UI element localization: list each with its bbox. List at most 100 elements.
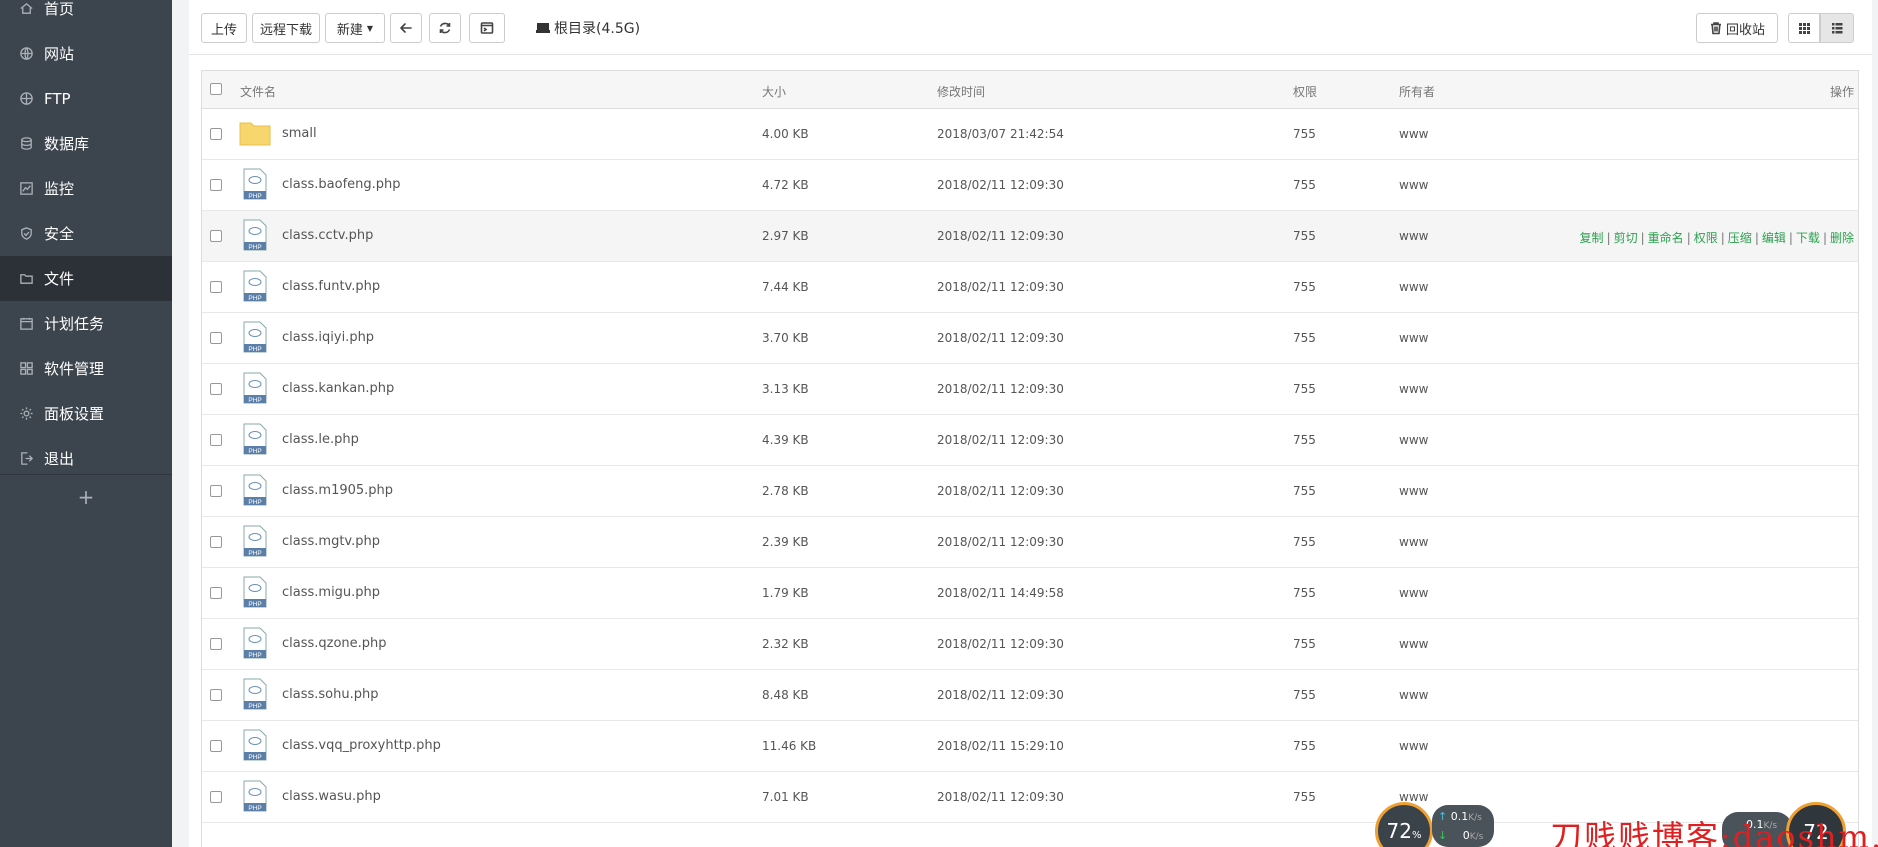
file-name[interactable]: class.vqq_proxyhttp.php (282, 738, 441, 753)
svg-text:PHP: PHP (248, 703, 261, 710)
row-checkbox[interactable] (210, 536, 222, 548)
file-size: 8.48 KB (762, 688, 809, 702)
table-row[interactable]: PHP class.cctv.php 2.97 KB 2018/02/11 12:09… (202, 211, 1858, 262)
row-checkbox[interactable] (210, 791, 222, 803)
sidebar-item-7[interactable]: 计划任务 (0, 301, 172, 346)
row-action-link[interactable]: 复制 (1580, 231, 1604, 245)
table-row[interactable]: PHP class.vqq_proxyhttp.php 11.46 KB 2018/0… (202, 721, 1858, 772)
sidebar-item-label: FTP (44, 89, 71, 108)
table-row[interactable]: PHP class.mgtv.php 2.39 KB 2018/02/11 12:09… (202, 517, 1858, 568)
file-name[interactable]: class.kankan.php (282, 381, 394, 396)
path-breadcrumb[interactable]: 根目录(4.5G) (536, 17, 640, 39)
table-row[interactable]: PHP class.migu.php 1.79 KB 2018/02/11 14:49… (202, 568, 1858, 619)
sidebar-item-4[interactable]: 监控 (0, 166, 172, 211)
header-filename[interactable]: 文件名 (240, 83, 276, 100)
php-file-icon: PHP (243, 525, 267, 557)
header-permission: 权限 (1293, 85, 1318, 99)
table-row[interactable]: PHP class.sohu.php 8.48 KB 2018/02/11 12:09… (202, 670, 1858, 721)
file-name[interactable]: class.qzone.php (282, 636, 387, 651)
sidebar-item-3[interactable]: 数据库 (0, 121, 172, 166)
file-permission[interactable]: 755 (1293, 433, 1316, 447)
file-mtime: 2018/02/11 15:29:10 (937, 739, 1064, 753)
header-mtime[interactable]: 修改时间 (937, 83, 985, 100)
file-mtime: 2018/02/11 12:09:30 (937, 178, 1064, 192)
file-permission[interactable]: 755 (1293, 229, 1316, 243)
row-checkbox[interactable] (210, 332, 222, 344)
file-permission[interactable]: 755 (1293, 484, 1316, 498)
table-row[interactable]: PHP class.iqiyi.php 3.70 KB 2018/02/11 12:0… (202, 313, 1858, 364)
sidebar-item-0[interactable]: 首页 (0, 0, 172, 31)
row-action-link[interactable]: 压缩 (1728, 231, 1752, 245)
sidebar-item-9[interactable]: 面板设置 (0, 391, 172, 436)
back-button[interactable] (390, 13, 422, 43)
table-row[interactable]: PHP class.qzone.php 2.32 KB 2018/02/11 12:0… (202, 619, 1858, 670)
upload-button[interactable]: 上传 (201, 13, 247, 43)
table-row[interactable]: PHP class.le.php 4.39 KB 2018/02/11 12:09:3… (202, 415, 1858, 466)
file-permission[interactable]: 755 (1293, 739, 1316, 753)
file-name[interactable]: class.funtv.php (282, 279, 380, 294)
row-checkbox[interactable] (210, 281, 222, 293)
row-checkbox[interactable] (210, 434, 222, 446)
sidebar-item-5[interactable]: 安全 (0, 211, 172, 256)
row-action-link[interactable]: 编辑 (1762, 231, 1786, 245)
file-name[interactable]: class.migu.php (282, 585, 380, 600)
file-permission[interactable]: 755 (1293, 790, 1316, 804)
row-checkbox[interactable] (210, 638, 222, 650)
file-permission[interactable]: 755 (1293, 688, 1316, 702)
sidebar-item-6[interactable]: 文件 (0, 256, 172, 301)
row-action-link[interactable]: 重命名 (1648, 231, 1684, 245)
row-checkbox[interactable] (210, 230, 222, 242)
sidebar-item-1[interactable]: 网站 (0, 31, 172, 76)
row-action-link[interactable]: 下载 (1796, 231, 1820, 245)
row-checkbox[interactable] (210, 128, 222, 140)
file-name[interactable]: class.le.php (282, 432, 359, 447)
sidebar-item-8[interactable]: 软件管理 (0, 346, 172, 391)
terminal-button[interactable] (469, 13, 505, 43)
file-permission[interactable]: 755 (1293, 382, 1316, 396)
file-permission[interactable]: 755 (1293, 280, 1316, 294)
file-name[interactable]: class.sohu.php (282, 687, 378, 702)
table-row[interactable]: PHP class.funtv.php 7.44 KB 2018/02/11 12:0… (202, 262, 1858, 313)
file-name[interactable]: class.wasu.php (282, 789, 381, 804)
file-mtime: 2018/02/11 12:09:30 (937, 790, 1064, 804)
file-size: 7.01 KB (762, 790, 809, 804)
row-checkbox[interactable] (210, 689, 222, 701)
sidebar-item-2[interactable]: FTP (0, 76, 172, 121)
select-all-checkbox[interactable] (210, 83, 222, 95)
table-row[interactable]: PHP class.kankan.php 3.13 KB 2018/02/11 12:… (202, 364, 1858, 415)
list-view-button[interactable] (1820, 13, 1854, 43)
row-action-link[interactable]: 删除 (1830, 231, 1854, 245)
file-permission[interactable]: 755 (1293, 178, 1316, 192)
file-name[interactable]: class.m1905.php (282, 483, 393, 498)
svg-text:PHP: PHP (248, 295, 261, 302)
svg-text:PHP: PHP (248, 499, 261, 506)
file-permission[interactable]: 755 (1293, 127, 1316, 141)
file-permission[interactable]: 755 (1293, 535, 1316, 549)
new-button[interactable]: 新建 ▼ (325, 13, 385, 43)
file-permission[interactable]: 755 (1293, 586, 1316, 600)
grid-view-button[interactable] (1788, 13, 1820, 43)
file-name[interactable]: class.mgtv.php (282, 534, 380, 549)
file-name[interactable]: class.cctv.php (282, 228, 373, 243)
row-checkbox[interactable] (210, 179, 222, 191)
file-mtime: 2018/02/11 12:09:30 (937, 688, 1064, 702)
file-name[interactable]: class.iqiyi.php (282, 330, 374, 345)
header-size[interactable]: 大小 (762, 83, 786, 100)
row-checkbox[interactable] (210, 485, 222, 497)
table-row[interactable]: small 4.00 KB 2018/03/07 21:42:54 755 www (202, 109, 1858, 160)
recycle-bin-button[interactable]: 回收站 (1696, 13, 1778, 43)
file-name[interactable]: small (282, 126, 317, 141)
row-action-link[interactable]: 剪切 (1614, 231, 1638, 245)
file-name[interactable]: class.baofeng.php (282, 177, 401, 192)
row-checkbox[interactable] (210, 740, 222, 752)
table-row[interactable]: PHP class.baofeng.php 4.72 KB 2018/02/11 12… (202, 160, 1858, 211)
row-action-link[interactable]: 权限 (1694, 231, 1718, 245)
remote-download-button[interactable]: 远程下载 (252, 13, 320, 43)
file-permission[interactable]: 755 (1293, 637, 1316, 651)
table-row[interactable]: PHP class.m1905.php 2.78 KB 2018/02/11 12:0… (202, 466, 1858, 517)
row-checkbox[interactable] (210, 383, 222, 395)
add-shortcut-button[interactable]: + (0, 482, 172, 512)
row-checkbox[interactable] (210, 587, 222, 599)
refresh-button[interactable] (429, 13, 461, 43)
file-permission[interactable]: 755 (1293, 331, 1316, 345)
